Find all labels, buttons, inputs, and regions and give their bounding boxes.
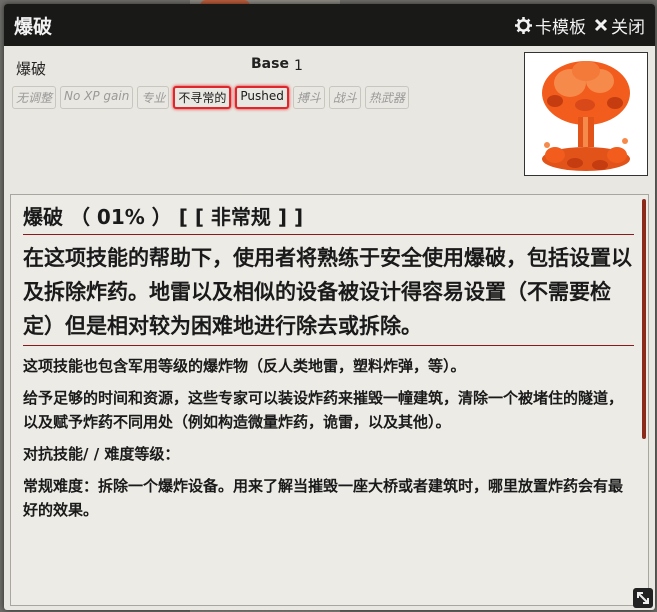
close-button[interactable]: 关闭 bbox=[594, 13, 645, 38]
window-title: 爆破 bbox=[14, 15, 53, 38]
resize-handle[interactable] bbox=[633, 588, 653, 608]
resize-icon bbox=[637, 592, 649, 604]
gear-icon bbox=[515, 16, 532, 34]
tag-pushed[interactable]: Pushed bbox=[235, 86, 289, 109]
item-image[interactable] bbox=[524, 52, 648, 176]
tag-fighting[interactable]: 搏斗 bbox=[292, 86, 325, 109]
description-paragraph: 给予足够的时间和资源，这些专家可以装设炸药来摧毁一幢建筑，清除一个被堵住的隧道，… bbox=[23, 389, 624, 431]
tag-specialization[interactable]: 专业 bbox=[137, 86, 170, 109]
base-value[interactable]: 1 bbox=[294, 58, 303, 74]
description-heading: 爆破 （ 01% ） [ [ 非常规 ] ] bbox=[23, 201, 634, 235]
sheet-header: 爆破 Base 1 无调整 No XP gain 专业 不寻常的 Pushed … bbox=[4, 46, 655, 194]
tag-firearms[interactable]: 热武器 bbox=[364, 86, 409, 109]
explosion-icon bbox=[525, 53, 647, 175]
description-paragraph: 这项技能也包含军用等级的爆炸物（反人类地雷，塑料炸弹，等）。 bbox=[23, 357, 466, 375]
base-label: Base bbox=[251, 56, 289, 72]
close-icon bbox=[594, 18, 608, 32]
description-scrollbar[interactable] bbox=[642, 199, 646, 439]
tag-no-xp-gain[interactable]: No XP gain bbox=[60, 86, 134, 109]
skill-tags: 无调整 No XP gain 专业 不寻常的 Pushed 搏斗 战斗 热武器 bbox=[12, 86, 413, 109]
window-titlebar[interactable]: 爆破 卡模板 关闭 bbox=[4, 4, 655, 46]
card-mode-label: 卡模板 bbox=[535, 17, 586, 38]
tag-uncommon[interactable]: 不寻常的 bbox=[173, 86, 232, 109]
item-sheet-window: 爆破 卡模板 关闭 爆破 Base 1 无调整 No XP gain 专业 不寻… bbox=[4, 4, 655, 610]
card-mode-button[interactable]: 卡模板 bbox=[515, 13, 586, 38]
description-paragraph: 对抗技能/ / 难度等级： bbox=[23, 445, 180, 463]
description-paragraph: 常规难度：拆除一个爆炸设备。用来了解当摧毁一座大桥或者建筑时，哪里放置炸药会有最… bbox=[23, 477, 624, 519]
item-name[interactable]: 爆破 bbox=[16, 58, 46, 79]
tag-combat[interactable]: 战斗 bbox=[328, 86, 361, 109]
description-lead: 在这项技能的帮助下，使用者将熟练于安全使用爆破，包括设置以及拆除炸药。地雷以及相… bbox=[23, 241, 634, 346]
tag-no-adjust[interactable]: 无调整 bbox=[12, 86, 57, 109]
description-editor[interactable]: 爆破 （ 01% ） [ [ 非常规 ] ] 在这项技能的帮助下，使用者将熟练于… bbox=[10, 194, 649, 606]
close-label: 关闭 bbox=[611, 17, 645, 38]
